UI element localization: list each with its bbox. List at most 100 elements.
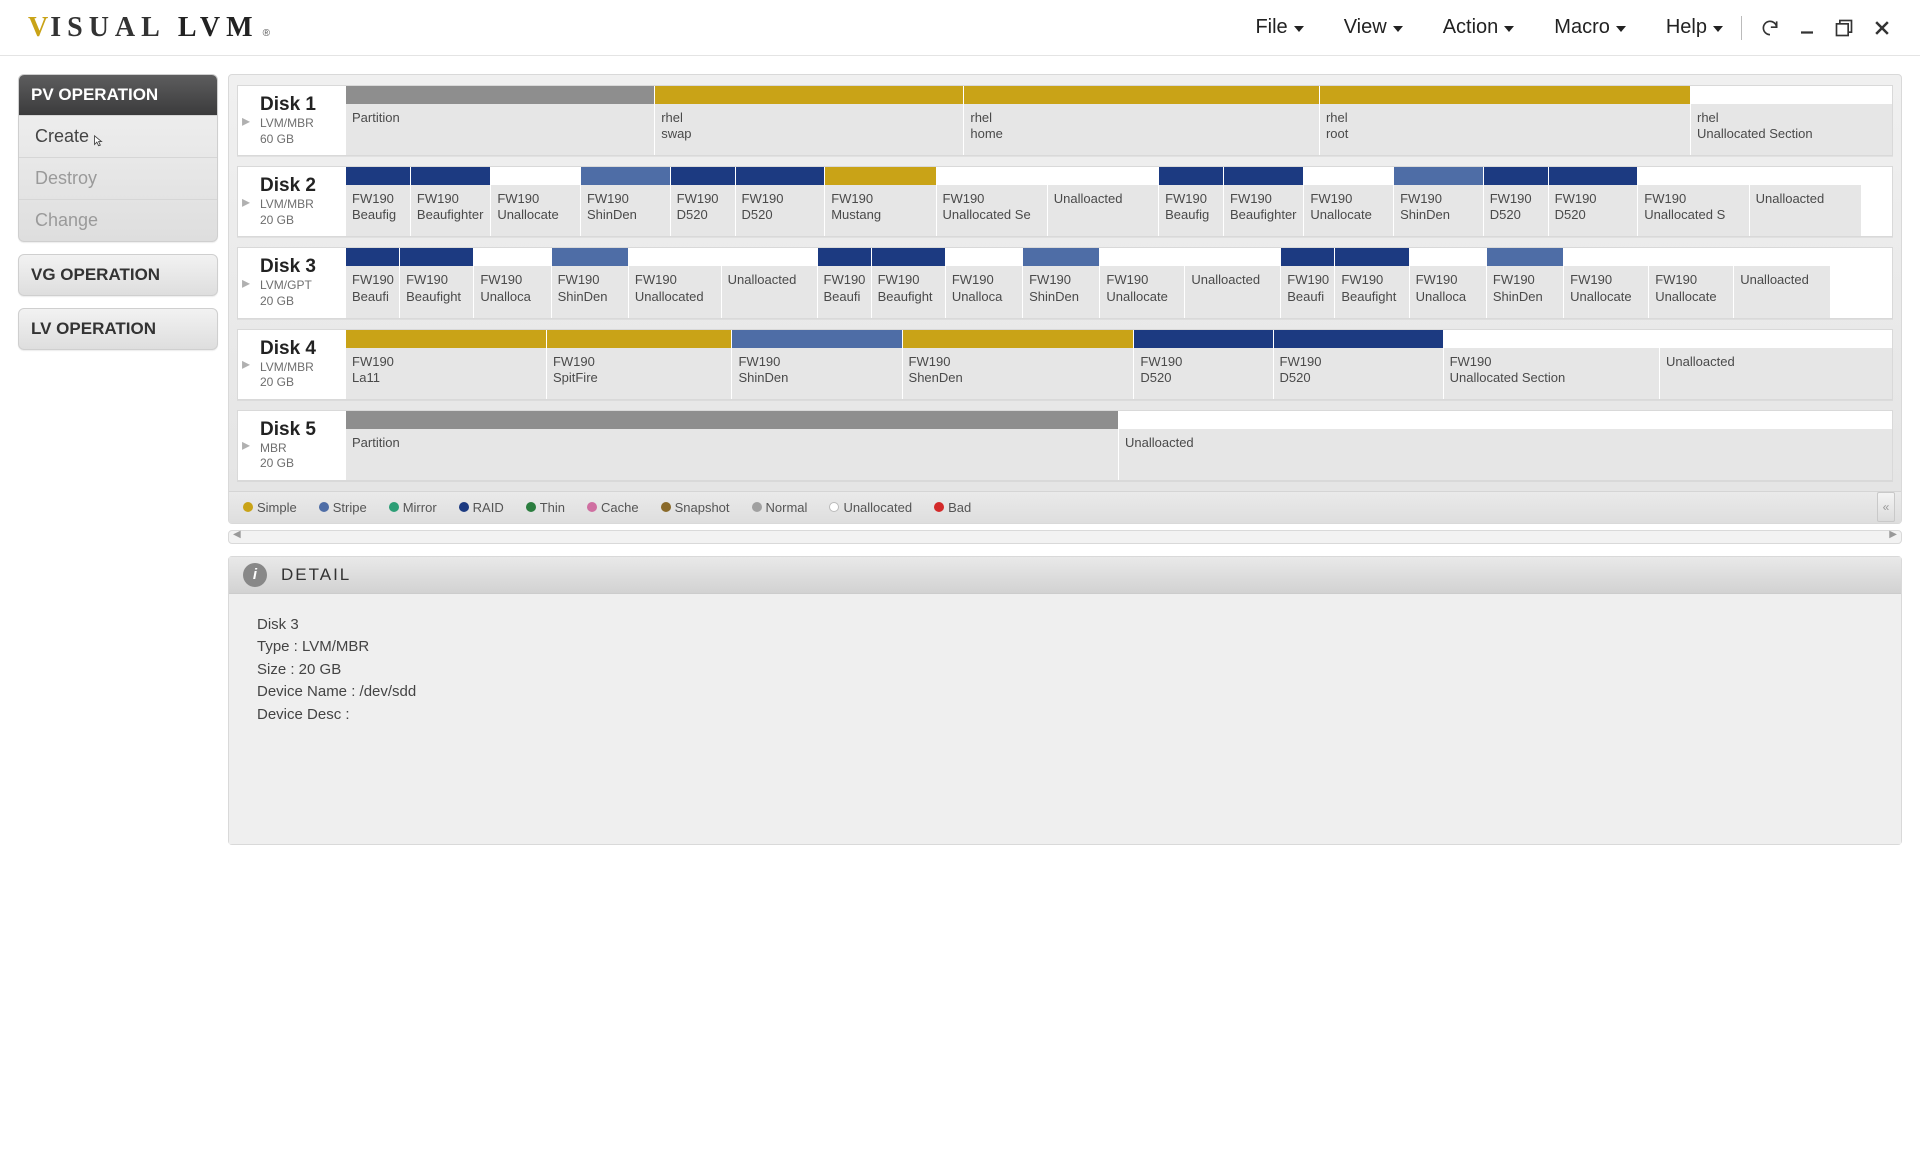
disks-panel: ▸Disk 1LVM/MBR60 GBPartitionrhel swaprhe…	[228, 74, 1902, 524]
logo-v: V	[28, 12, 50, 44]
partition[interactable]: FW190 ShinDen	[1023, 248, 1100, 317]
partition[interactable]: FW190 ShinDen	[552, 248, 629, 317]
partition[interactable]: FW190 Unallocate	[1649, 248, 1734, 317]
menu-macro[interactable]: Macro	[1554, 16, 1626, 39]
partition[interactable]: FW190 ShinDen	[1487, 248, 1564, 317]
partition[interactable]: FW190 SpitFire	[547, 330, 733, 399]
logo: V ISUAL LVM ®	[28, 12, 270, 44]
disk-label: Disk 5MBR20 GB	[254, 411, 346, 480]
partition[interactable]: FW190 Unallocated Section	[1444, 330, 1660, 399]
disk-row[interactable]: ▸Disk 1LVM/MBR60 GBPartitionrhel swaprhe…	[237, 85, 1893, 156]
partition[interactable]: FW190 D520	[1274, 330, 1444, 399]
partition[interactable]: rhel home	[964, 86, 1320, 155]
partition-label: rhel Unallocated Section	[1691, 104, 1892, 155]
sidebar-header-pv[interactable]: PV OPERATION	[19, 75, 217, 115]
dot-cache-icon	[587, 502, 597, 512]
partition-label: FW190 D520	[1484, 185, 1548, 236]
partition-label: rhel swap	[655, 104, 963, 155]
partition[interactable]: FW190 ShinDen	[732, 330, 902, 399]
partition[interactable]: FW190 Beaufighter	[1224, 167, 1304, 236]
menu-help[interactable]: Help	[1666, 16, 1723, 39]
partition[interactable]: FW190 Beaufi	[818, 248, 872, 317]
partition[interactable]: Partition	[346, 411, 1119, 480]
disk-row[interactable]: ▸Disk 3LVM/GPT20 GBFW190 BeaufiFW190 Bea…	[237, 247, 1893, 318]
horizontal-scrollbar[interactable]	[228, 530, 1902, 544]
partition[interactable]: FW190 Beaufight	[872, 248, 946, 317]
dot-thin-icon	[526, 502, 536, 512]
partition-color-bar	[825, 167, 935, 185]
partition[interactable]: Unalloacted	[722, 248, 818, 317]
partition[interactable]: FW190 ShenDen	[903, 330, 1135, 399]
partition[interactable]: FW190 D520	[1134, 330, 1273, 399]
grip-icon[interactable]: ▸	[238, 167, 254, 236]
sidebar-group-lv[interactable]: LV OPERATION	[18, 308, 218, 350]
sidebar-item-change[interactable]: Change	[19, 199, 217, 241]
partition[interactable]: FW190 ShinDen	[1394, 167, 1484, 236]
partition[interactable]: FW190 Unallocate	[1564, 248, 1649, 317]
partition[interactable]: rhel Unallocated Section	[1691, 86, 1892, 155]
partition[interactable]: FW190 Beaufig	[346, 167, 411, 236]
partition-color-bar	[346, 411, 1118, 429]
partition-color-bar	[736, 167, 825, 185]
disk-row[interactable]: ▸Disk 4LVM/MBR20 GBFW190 La11FW190 SpitF…	[237, 329, 1893, 400]
partition[interactable]: FW190 La11	[346, 330, 547, 399]
partition[interactable]: Unalloacted	[1185, 248, 1281, 317]
partition[interactable]: FW190 Unallocate	[1100, 248, 1185, 317]
grip-icon[interactable]: ▸	[238, 411, 254, 480]
partition-color-bar	[1638, 167, 1748, 185]
partition-label: FW190 ShenDen	[903, 348, 1134, 399]
partition[interactable]: FW190 Beaufig	[1159, 167, 1224, 236]
partition[interactable]: FW190 D520	[1549, 167, 1639, 236]
partition[interactable]: FW190 Unallocated Se	[937, 167, 1048, 236]
grip-icon[interactable]: ▸	[238, 330, 254, 399]
sidebar-item-create[interactable]: Create	[19, 115, 217, 157]
disk-row[interactable]: ▸Disk 5MBR20 GBPartitionUnalloacted	[237, 410, 1893, 481]
partition[interactable]: FW190 Unallocate	[1304, 167, 1394, 236]
partition[interactable]: Unalloacted	[1660, 330, 1892, 399]
partition[interactable]: FW190 Mustang	[825, 167, 936, 236]
partition[interactable]: FW190 Beaufi	[346, 248, 400, 317]
partition-label: Unalloacted	[1750, 185, 1861, 236]
partition[interactable]: Unalloacted	[1734, 248, 1830, 317]
disk-row[interactable]: ▸Disk 2LVM/MBR20 GBFW190 BeaufigFW190 Be…	[237, 166, 1893, 237]
minimize-icon[interactable]	[1798, 19, 1816, 37]
close-icon[interactable]	[1872, 18, 1892, 38]
partition[interactable]: FW190 D520	[671, 167, 736, 236]
dot-stripe-icon	[319, 502, 329, 512]
partition[interactable]: FW190 Unallocated	[629, 248, 722, 317]
partition-color-bar	[1750, 167, 1861, 185]
refresh-icon[interactable]	[1760, 18, 1780, 38]
legend-collapse-icon[interactable]: «	[1877, 492, 1895, 522]
maximize-icon[interactable]	[1834, 18, 1854, 38]
partition[interactable]: FW190 Unalloca	[946, 248, 1023, 317]
menu-view[interactable]: View	[1344, 16, 1403, 39]
legend-simple: Simple	[243, 500, 297, 515]
menu-file[interactable]: File	[1255, 16, 1303, 39]
partition[interactable]: Unalloacted	[1119, 411, 1892, 480]
menu-action[interactable]: Action	[1443, 16, 1515, 39]
partition[interactable]: FW190 D520	[736, 167, 826, 236]
partition[interactable]: rhel swap	[655, 86, 964, 155]
partition-label: FW190 Beaufig	[346, 185, 410, 236]
partition[interactable]: FW190 Unallocate	[491, 167, 581, 236]
partition[interactable]: FW190 Unalloca	[1410, 248, 1487, 317]
partition-label: FW190 Unallocated S	[1638, 185, 1748, 236]
partition[interactable]: FW190 Unallocated S	[1638, 167, 1749, 236]
partition[interactable]: Unalloacted	[1048, 167, 1159, 236]
partition[interactable]: FW190 Beaufi	[1281, 248, 1335, 317]
grip-icon[interactable]: ▸	[238, 248, 254, 317]
partition[interactable]: FW190 Unalloca	[474, 248, 551, 317]
partition[interactable]: Partition	[346, 86, 655, 155]
detail-line: Device Name : /dev/sdd	[257, 681, 1873, 704]
partition[interactable]: FW190 D520	[1484, 167, 1549, 236]
partition[interactable]: FW190 Beaufighter	[411, 167, 491, 236]
sidebar-item-destroy[interactable]: Destroy	[19, 157, 217, 199]
grip-icon[interactable]: ▸	[238, 86, 254, 155]
partition[interactable]: FW190 Beaufight	[1335, 248, 1409, 317]
partition[interactable]: FW190 Beaufight	[400, 248, 474, 317]
partition-label: rhel home	[964, 104, 1319, 155]
partition[interactable]: Unalloacted	[1750, 167, 1861, 236]
partition[interactable]: FW190 ShinDen	[581, 167, 671, 236]
sidebar-group-vg[interactable]: VG OPERATION	[18, 254, 218, 296]
partition[interactable]: rhel root	[1320, 86, 1691, 155]
